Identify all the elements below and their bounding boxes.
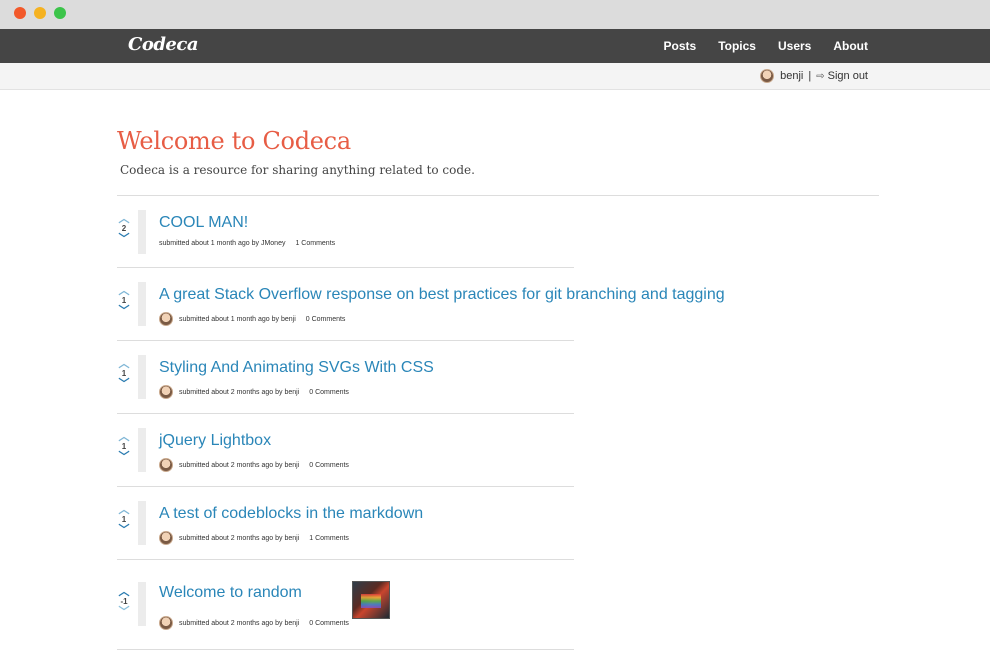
- sign-out-link[interactable]: Sign out: [828, 70, 868, 82]
- post-meta: submitted about 1 month ago by JMoney 1 …: [159, 240, 335, 247]
- vote-bar: [138, 210, 146, 254]
- post-item: ︿ 2 ﹀ COOL MAN! submitted about 1 month …: [117, 196, 574, 268]
- main-content: Welcome to Codeca Codeca is a resource f…: [117, 90, 879, 650]
- nav-topics[interactable]: Topics: [718, 39, 756, 53]
- post-title-link[interactable]: Styling And Animating SVGs With CSS: [159, 359, 434, 377]
- page-title: Welcome to Codeca: [117, 127, 351, 155]
- post-meta: submitted about 2 months ago by benji 0 …: [159, 385, 349, 399]
- vote-controls: ︿ 1 ﹀: [117, 505, 131, 536]
- vote-bar: [138, 355, 146, 399]
- post-meta: submitted about 2 months ago by benji 0 …: [159, 458, 349, 472]
- post-item: ︿ 1 ﹀ A test of codeblocks in the markdo…: [117, 487, 574, 560]
- comments-link[interactable]: 0 Comments: [309, 462, 349, 469]
- comments-link[interactable]: 0 Comments: [306, 316, 346, 323]
- vote-bar: [138, 582, 146, 626]
- post-title-link[interactable]: jQuery Lightbox: [159, 432, 271, 450]
- vote-controls: ︿ -1 ﹀: [117, 587, 131, 618]
- chevron-up-icon[interactable]: ︿: [117, 432, 131, 443]
- navbar: Codeca Posts Topics Users About: [0, 29, 990, 63]
- chevron-down-icon[interactable]: ﹀: [117, 234, 131, 245]
- vote-bar: [138, 501, 146, 545]
- window-titlebar: [0, 0, 990, 29]
- avatar: [760, 69, 775, 83]
- post-title-text[interactable]: Welcome to random: [159, 584, 302, 601]
- chevron-up-icon[interactable]: ︿: [117, 505, 131, 516]
- maximize-window-button[interactable]: [54, 7, 66, 19]
- post-item: ︿ -1 ﹀ Welcome to random submitted about…: [117, 560, 574, 650]
- minimize-window-button[interactable]: [34, 7, 46, 19]
- vote-controls: ︿ 1 ﹀: [117, 286, 131, 317]
- post-meta: submitted about 1 month ago by benji 0 C…: [159, 312, 345, 326]
- vote-bar: [138, 282, 146, 326]
- post-submitted-text: submitted about 1 month ago by JMoney: [159, 240, 286, 247]
- vote-controls: ︿ 1 ﹀: [117, 359, 131, 390]
- post-meta: submitted about 2 months ago by benji 1 …: [159, 531, 349, 545]
- vote-bar: [138, 428, 146, 472]
- vote-controls: ︿ 2 ﹀: [117, 214, 131, 245]
- avatar: [159, 458, 173, 472]
- separator: |: [808, 70, 812, 82]
- post-meta: submitted about 2 months ago by benji 0 …: [159, 616, 349, 630]
- nav-users[interactable]: Users: [778, 39, 811, 53]
- chevron-down-icon[interactable]: ﹀: [117, 306, 131, 317]
- comments-link[interactable]: 1 Comments: [295, 240, 335, 247]
- post-submitted-text: submitted about 2 months ago by benji: [179, 619, 300, 627]
- avatar: [159, 531, 173, 545]
- chevron-down-icon[interactable]: ﹀: [117, 607, 131, 618]
- post-title-link[interactable]: Welcome to random: [159, 581, 390, 619]
- post-submitted-text: submitted about 2 months ago by benji: [179, 534, 300, 542]
- post-item: ︿ 1 ﹀ A great Stack Overflow response on…: [117, 268, 725, 341]
- close-window-button[interactable]: [14, 7, 26, 19]
- nav-links: Posts Topics Users About: [642, 39, 868, 53]
- post-item: ︿ 1 ﹀ jQuery Lightbox submitted about 2 …: [117, 414, 574, 487]
- user-area: benji | ⇨ Sign out: [760, 69, 868, 83]
- post-submitted-text: submitted about 2 months ago by benji: [179, 461, 300, 469]
- post-title-link[interactable]: A great Stack Overflow response on best …: [159, 286, 725, 304]
- vote-controls: ︿ 1 ﹀: [117, 432, 131, 463]
- post-submitted-text: submitted about 1 month ago by benji: [179, 315, 296, 323]
- post-submitted-text: submitted about 2 months ago by benji: [179, 388, 300, 396]
- comments-link[interactable]: 1 Comments: [309, 535, 349, 542]
- post-title-link[interactable]: A test of codeblocks in the markdown: [159, 505, 423, 523]
- avatar: [159, 312, 173, 326]
- chevron-up-icon[interactable]: ︿: [117, 359, 131, 370]
- chevron-down-icon[interactable]: ﹀: [117, 379, 131, 390]
- user-bar: benji | ⇨ Sign out: [0, 63, 990, 90]
- nav-about[interactable]: About: [833, 39, 868, 53]
- post-item: ︿ 1 ﹀ Styling And Animating SVGs With CS…: [117, 341, 574, 414]
- comments-link[interactable]: 0 Comments: [309, 389, 349, 396]
- avatar: [159, 385, 173, 399]
- page-subtitle: Codeca is a resource for sharing anythin…: [120, 163, 475, 177]
- chevron-down-icon[interactable]: ﹀: [117, 525, 131, 536]
- chevron-up-icon[interactable]: ︿: [117, 214, 131, 225]
- nav-posts[interactable]: Posts: [664, 39, 697, 53]
- post-thumbnail-image[interactable]: [352, 581, 390, 619]
- brand-logo[interactable]: Codeca: [128, 34, 199, 55]
- username[interactable]: benji: [780, 70, 803, 82]
- chevron-up-icon[interactable]: ︿: [117, 286, 131, 297]
- chevron-up-icon[interactable]: ︿: [117, 587, 131, 598]
- chevron-down-icon[interactable]: ﹀: [117, 452, 131, 463]
- comments-link[interactable]: 0 Comments: [309, 620, 349, 627]
- post-title-link[interactable]: COOL MAN!: [159, 214, 248, 232]
- sign-out-icon: ⇨: [816, 70, 825, 82]
- avatar: [159, 616, 173, 630]
